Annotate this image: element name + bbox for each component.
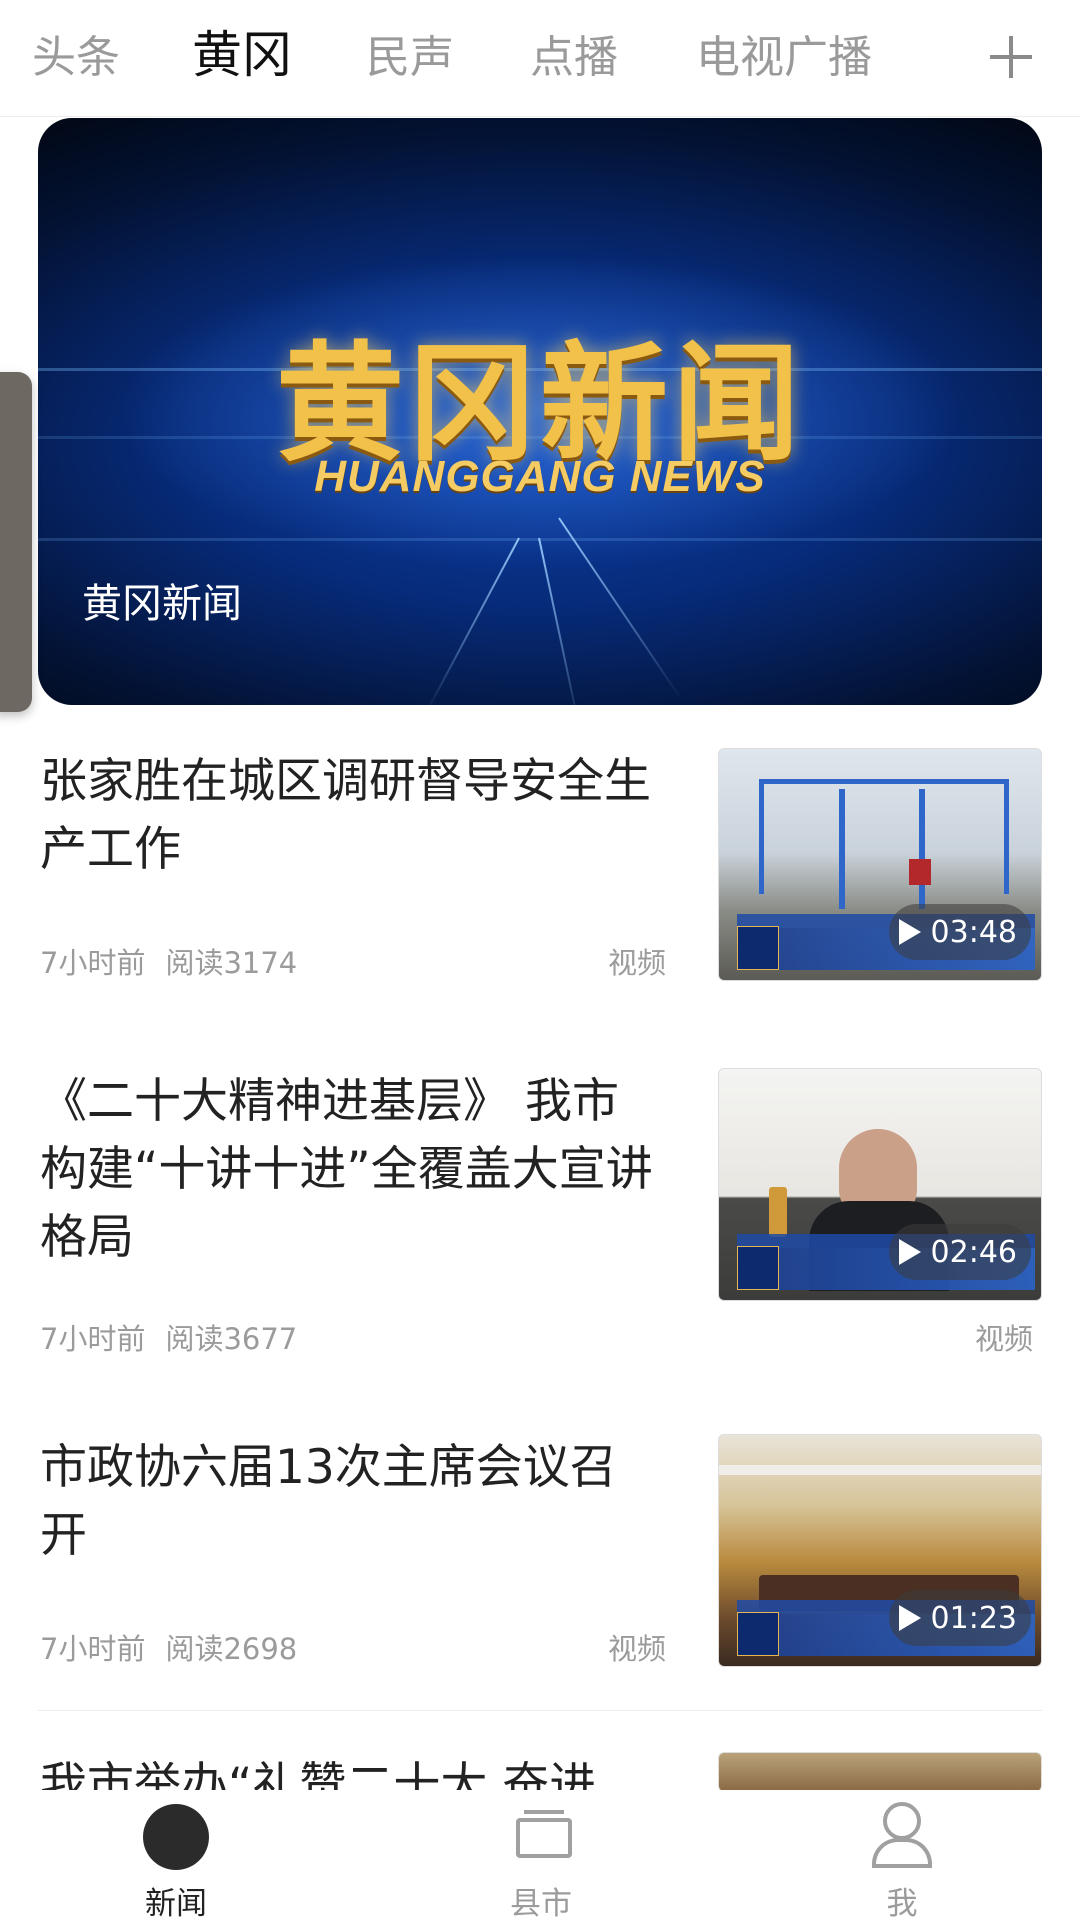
tab-on-demand[interactable]: 点播 bbox=[530, 28, 618, 88]
news-thumbnail[interactable] bbox=[718, 1752, 1042, 1790]
tab-tv-radio[interactable]: 电视广播 bbox=[696, 28, 872, 88]
hero-logo-english: HUANGGANG NEWS bbox=[314, 452, 766, 501]
tab-public-voice[interactable]: 民声 bbox=[366, 28, 454, 88]
nav-county-label: 县市 bbox=[510, 1886, 572, 1922]
news-tag: 视频 bbox=[975, 1322, 1034, 1356]
play-icon bbox=[898, 1239, 921, 1265]
list-divider bbox=[38, 1710, 1042, 1711]
play-icon bbox=[898, 919, 921, 945]
video-duration: 01:23 bbox=[888, 1590, 1031, 1646]
news-item[interactable]: 张家胜在城区调研督导安全生产工作 7小时前 阅读3174 视频 03:48 bbox=[0, 748, 1080, 1048]
floating-side-handle[interactable] bbox=[0, 372, 32, 712]
news-thumbnail[interactable]: 02:46 bbox=[718, 1068, 1042, 1301]
news-time: 7小时前 bbox=[40, 1632, 146, 1666]
hero-caption: 黄冈新闻 bbox=[82, 581, 242, 627]
tab-huanggang[interactable]: 黄冈 bbox=[192, 25, 292, 85]
news-meta: 7小时前 阅读2698 bbox=[40, 1626, 297, 1668]
news-item[interactable]: 我市举办“礼赞二十大 奋进 bbox=[0, 1752, 1080, 1790]
news-reads: 阅读3677 bbox=[165, 1322, 298, 1356]
news-tag: 视频 bbox=[608, 946, 667, 980]
news-item[interactable]: 市政协六届13次主席会议召开 7小时前 阅读2698 视频 01:23 bbox=[0, 1434, 1080, 1674]
nav-me-label: 我 bbox=[886, 1886, 918, 1922]
news-thumbnail[interactable]: 01:23 bbox=[718, 1434, 1042, 1667]
news-meta: 7小时前 阅读3174 bbox=[40, 940, 297, 982]
county-icon bbox=[516, 1810, 572, 1858]
nav-county[interactable]: 县市 bbox=[461, 1790, 621, 1922]
news-title[interactable]: 市政协六届13次主席会议召开 bbox=[40, 1434, 660, 1570]
news-title[interactable]: 张家胜在城区调研督导安全生产工作 bbox=[40, 748, 660, 884]
news-item[interactable]: 《二十大精神进基层》 我市构建“十讲十进”全覆盖大宣讲格局 7小时前 阅读3677… bbox=[0, 1068, 1080, 1368]
news-thumbnail[interactable]: 03:48 bbox=[718, 748, 1042, 981]
channel-tab-bar: 头条 黄冈 民声 点播 电视广播 bbox=[0, 0, 1080, 117]
bottom-navigation: 新闻 县市 我 bbox=[0, 1790, 1080, 1922]
news-tag: 视频 bbox=[608, 1632, 667, 1666]
news-reads: 阅读3174 bbox=[165, 946, 298, 980]
news-dot-icon bbox=[143, 1804, 209, 1870]
news-title[interactable]: 《二十大精神进基层》 我市构建“十讲十进”全覆盖大宣讲格局 bbox=[40, 1068, 660, 1272]
nav-me[interactable]: 我 bbox=[822, 1790, 982, 1922]
tab-headlines[interactable]: 头条 bbox=[32, 28, 120, 88]
news-time: 7小时前 bbox=[40, 1322, 146, 1356]
news-title[interactable]: 我市举办“礼赞二十大 奋进 bbox=[40, 1752, 660, 1790]
plus-icon[interactable] bbox=[986, 32, 1036, 82]
news-reads: 阅读2698 bbox=[165, 1632, 298, 1666]
nav-news[interactable]: 新闻 bbox=[96, 1790, 256, 1922]
hero-banner[interactable]: 黄冈新闻 HUANGGANG NEWS 黄冈新闻 bbox=[38, 118, 1042, 705]
nav-news-label: 新闻 bbox=[145, 1886, 207, 1922]
news-meta: 7小时前 阅读3677 bbox=[40, 1316, 297, 1358]
play-icon bbox=[898, 1605, 921, 1631]
news-time: 7小时前 bbox=[40, 946, 146, 980]
video-duration: 03:48 bbox=[888, 904, 1031, 960]
video-duration: 02:46 bbox=[888, 1224, 1031, 1280]
